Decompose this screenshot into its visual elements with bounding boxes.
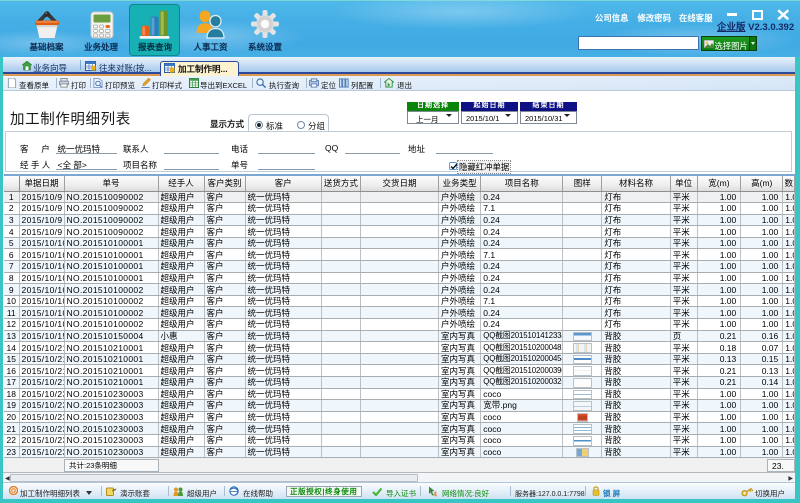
svg-text:4: 4 <box>433 492 437 498</box>
